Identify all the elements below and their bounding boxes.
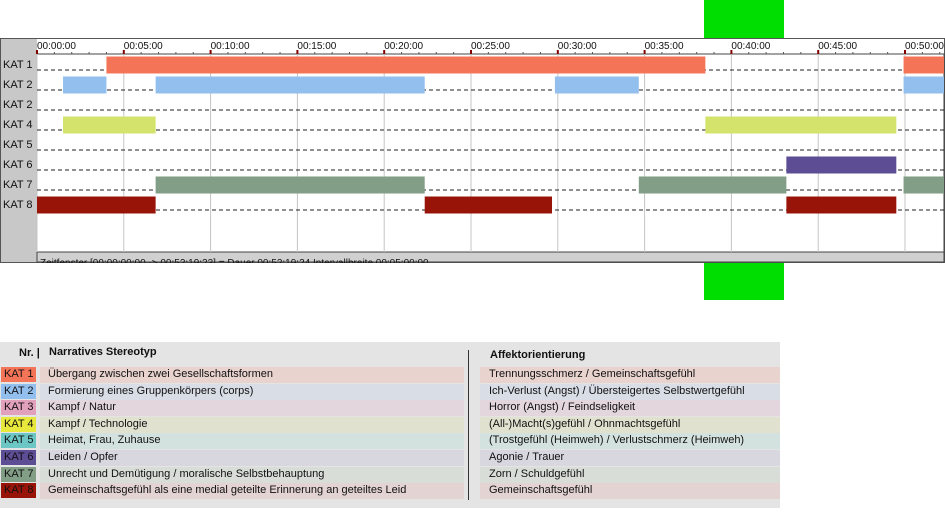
row-label: KAT 1 [3, 59, 33, 71]
tick-label: 00:45:00 [818, 41, 857, 52]
legend-affect: Ich-Verlust (Angst) / Übersteigertes Sel… [480, 383, 780, 400]
legend-table: Nr. | Narratives Stereotyp Affektorienti… [0, 342, 780, 508]
timeline-bar [903, 56, 944, 74]
row-label: KAT 4 [3, 119, 33, 131]
highlight-block-top [704, 0, 784, 38]
legend-description: Übergang zwischen zwei Gesellschaftsform… [40, 367, 464, 383]
legend-description: Formierung eines Gruppenkörpers (corps) [40, 383, 464, 400]
legend-affect: Zorn / Schuldgefühl [480, 466, 780, 483]
legend-row: KAT 8 Gemeinschaftsgefühl als eine medial… [0, 483, 780, 500]
legend-tag: KAT 6 [1, 450, 36, 465]
row-label: KAT 2 [3, 99, 33, 111]
legend-affect: (All-)Macht(s)gefühl / Ohnmachtsgefühl [480, 416, 780, 433]
row-label: KAT 8 [3, 199, 33, 211]
tick-label: 00:10:00 [211, 41, 250, 52]
timeline-bar [155, 76, 425, 94]
row-label: KAT 5 [3, 139, 33, 151]
tick-label: 00:15:00 [297, 41, 336, 52]
legend-header-stereotype: Narratives Stereotyp [49, 346, 157, 358]
legend-row: KAT 3 Kampf / Natur Horror (Angst) / Feind… [0, 400, 780, 417]
legend-description: Heimat, Frau, Zuhause [40, 433, 464, 450]
legend-tag: KAT 5 [1, 433, 36, 449]
timeline-bar [63, 116, 156, 134]
timeline-bar [106, 56, 706, 74]
timeline-svg: 00:00:00 00:05:00 00:10:00 00:15:00 00:20:00… [0, 38, 945, 263]
timeline-bar [37, 196, 156, 214]
legend-tag: KAT 4 [1, 416, 36, 432]
legend-row: KAT 2 Formierung eines Gruppenkörpers (co… [0, 383, 780, 400]
legend-description: Kampf / Technologie [40, 416, 464, 433]
row-label: KAT 2 [3, 79, 33, 91]
tick-label: 00:05:00 [124, 41, 163, 52]
legend-row: KAT 5 Heimat, Frau, Zuhause (Trostgefühl (… [0, 433, 780, 450]
timeline-chart: 00:00:00 00:05:00 00:10:00 00:15:00 00:20:00… [0, 38, 945, 263]
row-label: KAT 7 [3, 179, 33, 191]
legend-description: Gemeinschaftsgefühl als eine medial gete… [40, 483, 464, 500]
legend-affect: Agonie / Trauer [480, 450, 780, 466]
timeline-bar [903, 76, 944, 94]
tick-label: 00:25:00 [471, 41, 510, 52]
legend-affect: Trennungsschmerz / Gemeinschaftsgefühl [480, 367, 780, 383]
tick-label: 00:50:00 [905, 41, 944, 52]
status-text: Zeitfenster [00:00:00:00 -> 00:52:19:23]… [40, 258, 429, 263]
timeline-bar [424, 196, 553, 214]
legend-tag: KAT 7 [1, 466, 36, 482]
tick-label: 00:35:00 [645, 41, 684, 52]
row-label: KAT 6 [3, 159, 33, 171]
legend-description: Leiden / Opfer [40, 450, 464, 466]
timeline-bar [63, 76, 107, 94]
legend-tag: KAT 1 [1, 367, 36, 382]
legend-row: KAT 4 Kampf / Technologie (All-)Macht(s)ge… [0, 416, 780, 433]
legend-row: KAT 6 Leiden / Opfer Agonie / Trauer [0, 450, 780, 466]
legend-row: KAT 1 Übergang zwischen zwei Gesellschaft… [0, 367, 780, 383]
tick-label: 00:30:00 [558, 41, 597, 52]
timeline-bar [638, 176, 787, 194]
tick-label: 00:40:00 [731, 41, 770, 52]
legend-description: Unrecht und Demütigung / moralische Selb… [40, 466, 464, 483]
legend-row: KAT 7 Unrecht und Demütigung / moralische… [0, 466, 780, 483]
legend-affect: Gemeinschaftsgefühl [480, 483, 780, 500]
legend-tag: KAT 2 [1, 383, 36, 399]
timeline-bar [554, 76, 639, 94]
legend-description: Kampf / Natur [40, 400, 464, 417]
highlight-block-bottom [704, 263, 784, 300]
legend-affect: (Trostgefühl (Heimweh) / Verlustschmerz … [480, 433, 780, 450]
tick-label: 00:20:00 [384, 41, 423, 52]
tick-label: 00:00:00 [37, 41, 76, 52]
legend-header-affect: Affektorientierung [490, 349, 586, 361]
timeline-bar [155, 176, 425, 194]
legend-tag: KAT 8 [1, 483, 36, 499]
timeline-bar [705, 116, 897, 134]
timeline-bar [786, 156, 897, 174]
legend-tag: KAT 3 [1, 400, 36, 416]
legend-header-nr: Nr. | [19, 347, 40, 359]
legend-affect: Horror (Angst) / Feindseligkeit [480, 400, 780, 417]
timeline-bar [903, 176, 944, 194]
timeline-bar [786, 196, 897, 214]
